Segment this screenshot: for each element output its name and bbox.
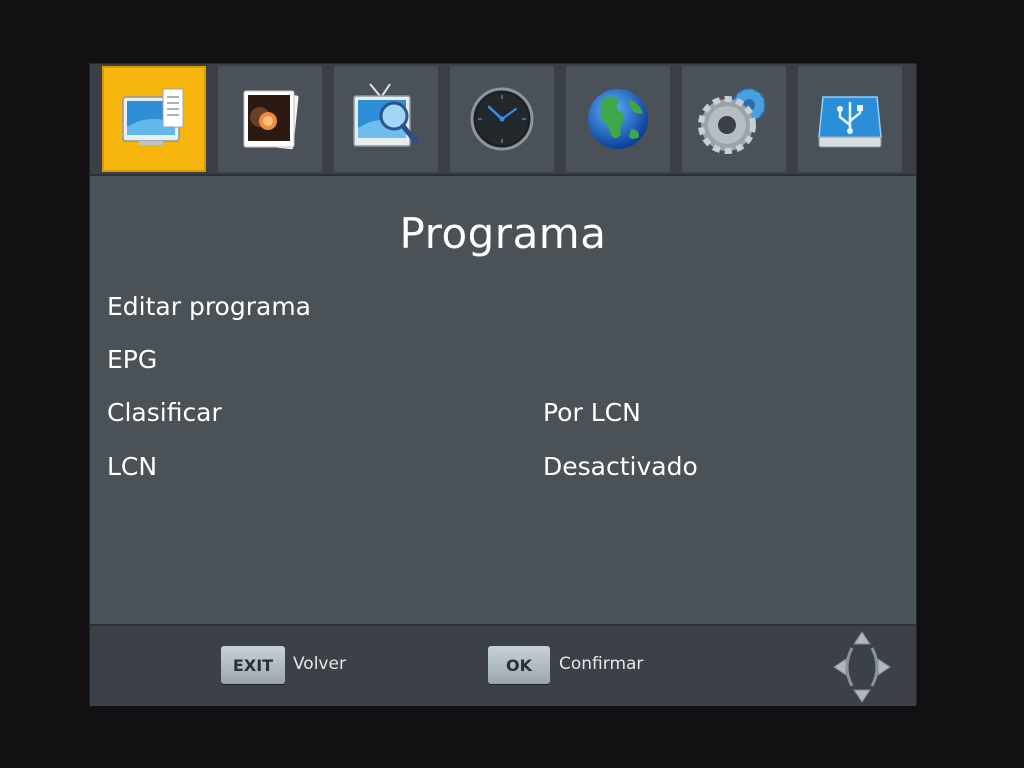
- footer-bar: EXIT Volver OK Confirmar: [90, 624, 916, 706]
- menu-item-value: Por LCN: [543, 398, 641, 427]
- menu-item-lcn[interactable]: LCN Desactivado: [107, 452, 897, 492]
- tab-media[interactable]: [218, 66, 322, 172]
- tab-usb[interactable]: [798, 66, 902, 172]
- menu-item-label: Editar programa: [107, 292, 311, 321]
- navigation-arrows-icon: [833, 631, 891, 703]
- menu-item-value: Desactivado: [543, 452, 698, 481]
- menu-item-epg[interactable]: EPG: [107, 345, 897, 385]
- ok-key[interactable]: OK: [488, 646, 550, 684]
- ok-key-label: Confirmar: [559, 654, 644, 674]
- clock-icon: [470, 87, 534, 151]
- exit-key[interactable]: EXIT: [221, 646, 285, 684]
- menu-item-label: LCN: [107, 452, 158, 481]
- menu-item-clasificar[interactable]: Clasificar Por LCN: [107, 398, 897, 438]
- search-icon: [353, 83, 419, 147]
- globe-icon: [588, 89, 648, 149]
- gear-icon: [698, 88, 766, 154]
- menu-screen: Programa Editar programa EPG Clasificar …: [90, 64, 916, 706]
- program-icon: [122, 88, 184, 145]
- menu-item-label: Clasificar: [107, 398, 222, 427]
- tab-clock[interactable]: [450, 66, 554, 172]
- tab-search[interactable]: [334, 66, 438, 172]
- menu-item-editar-programa[interactable]: Editar programa: [107, 292, 897, 332]
- media-icon: [243, 90, 299, 150]
- menu-icon-bar: [90, 64, 916, 176]
- tab-globe[interactable]: [566, 66, 670, 172]
- tab-program[interactable]: [102, 66, 206, 172]
- menu-item-label: EPG: [107, 345, 158, 374]
- usb-icon: [818, 96, 882, 148]
- exit-key-label: Volver: [293, 654, 346, 674]
- page-title: Programa: [399, 209, 607, 258]
- tab-settings[interactable]: [682, 66, 786, 172]
